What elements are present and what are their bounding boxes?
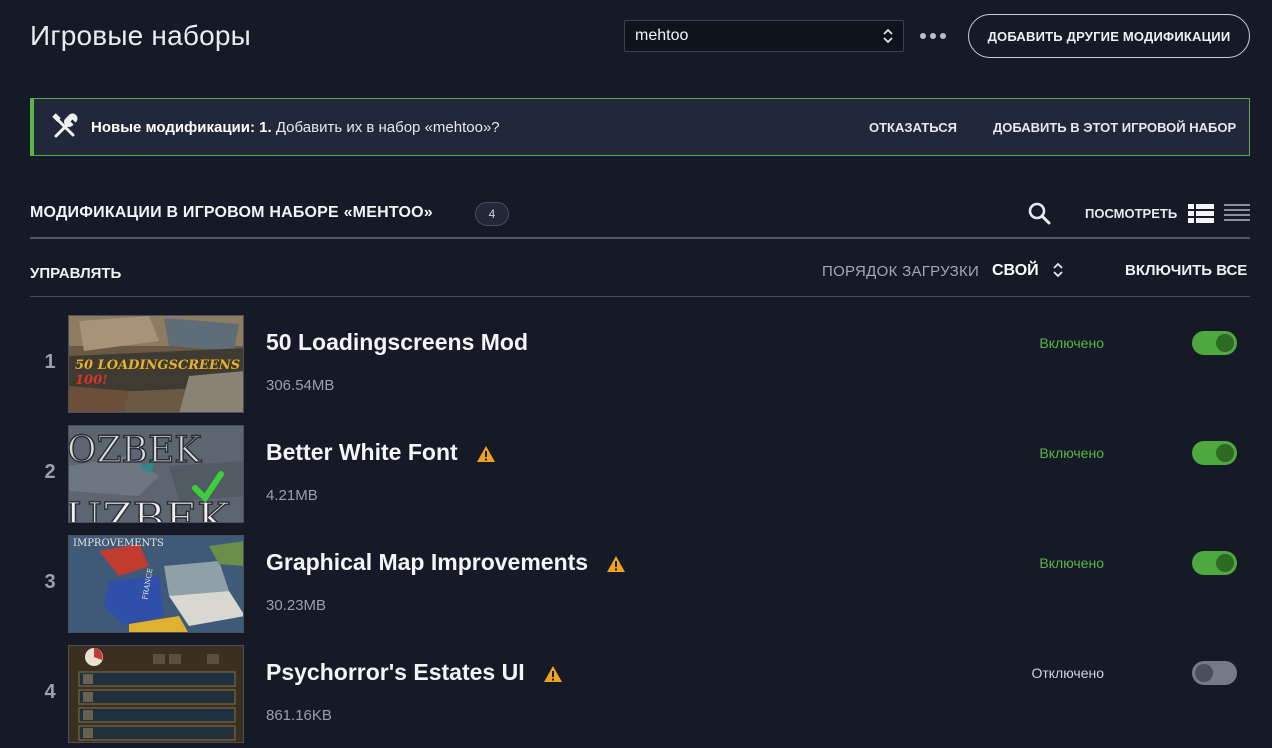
mod-thumbnail: IMPROVEMENTS FRANCE bbox=[68, 535, 244, 633]
decline-button[interactable]: ОТКАЗАТЬСЯ bbox=[869, 120, 957, 135]
sort-arrows-icon bbox=[883, 28, 893, 44]
thumb-text: IMPROVEMENTS bbox=[73, 538, 164, 549]
mod-row[interactable]: 2 OZBEK UZBEK Better White Font 4.21MB В… bbox=[30, 425, 1250, 525]
toggle-knob bbox=[1195, 664, 1213, 682]
mod-state-label: Отключено bbox=[1031, 665, 1104, 681]
mod-enable-toggle[interactable] bbox=[1192, 331, 1237, 355]
mod-index: 1 bbox=[44, 351, 56, 373]
mod-enable-toggle[interactable] bbox=[1192, 441, 1237, 465]
manage-button[interactable]: УПРАВЛЯТЬ bbox=[30, 265, 121, 282]
mod-name-text: 50 Loadingscreens Mod bbox=[266, 329, 529, 355]
mod-name: 50 Loadingscreens Mod bbox=[266, 329, 528, 356]
mod-state-label: Включено bbox=[1039, 555, 1104, 571]
page-title: Игровые наборы bbox=[30, 20, 251, 51]
more-dot-icon bbox=[930, 33, 936, 39]
mod-row[interactable]: 4 Psychorror's Estates UI 861.16KB Отклю… bbox=[30, 645, 1250, 745]
mod-name: Graphical Map Improvements bbox=[266, 549, 626, 576]
mod-state-label: Включено bbox=[1039, 445, 1104, 461]
mod-size: 306.54MB bbox=[266, 377, 335, 394]
enable-all-button[interactable]: ВКЛЮЧИТЬ ВСЕ bbox=[1125, 262, 1247, 279]
mod-row[interactable]: 1 50 LOADINGSCREENS 100! 50 Loadingscree… bbox=[30, 315, 1250, 415]
mod-thumbnail: OZBEK UZBEK bbox=[68, 425, 244, 523]
list-divider bbox=[30, 296, 1250, 297]
thumb-text: 100! bbox=[75, 373, 108, 388]
warning-icon[interactable] bbox=[543, 663, 563, 683]
playset-select-value: mehtoo bbox=[635, 27, 689, 44]
banner-message-bold: Новые модификации: 1. bbox=[91, 118, 272, 136]
mod-state-label: Включено bbox=[1039, 335, 1104, 351]
more-dot-icon bbox=[920, 33, 926, 39]
toggle-knob bbox=[1216, 444, 1234, 462]
add-more-mods-button[interactable]: ДОБАВИТЬ ДРУГИЕ МОДИФИКАЦИИ bbox=[968, 14, 1250, 58]
mod-name-text: Psychorror's Estates UI bbox=[266, 659, 525, 685]
mod-index: 4 bbox=[44, 681, 56, 703]
mod-size: 4.21MB bbox=[266, 487, 318, 504]
load-order-value[interactable]: СВОЙ bbox=[992, 262, 1039, 280]
banner-message-text: Добавить их в набор «mehtoo»? bbox=[271, 118, 500, 136]
more-dot-icon bbox=[940, 33, 946, 39]
mod-size: 861.16KB bbox=[266, 707, 332, 724]
warning-icon[interactable] bbox=[606, 553, 626, 573]
load-order-label: ПОРЯДОК ЗАГРУЗКИ bbox=[822, 263, 980, 280]
thumb-text: OZBEK bbox=[69, 430, 202, 471]
detailed-view-icon[interactable] bbox=[1188, 203, 1214, 223]
mod-index: 2 bbox=[44, 461, 56, 483]
mod-name: Psychorror's Estates UI bbox=[266, 659, 563, 686]
mod-row[interactable]: 3 IMPROVEMENTS FRANCE Graphical Map Impr… bbox=[30, 535, 1250, 635]
warning-icon[interactable] bbox=[476, 443, 496, 463]
search-icon[interactable] bbox=[1027, 201, 1051, 225]
mod-name: Better White Font bbox=[266, 439, 496, 466]
mod-index: 3 bbox=[44, 571, 56, 593]
thumb-text: 50 LOADINGSCREENS bbox=[75, 358, 240, 373]
mod-thumbnail: 50 LOADINGSCREENS 100! bbox=[68, 315, 244, 413]
mod-enable-toggle[interactable] bbox=[1192, 551, 1237, 575]
mod-name-text: Better White Font bbox=[266, 439, 458, 465]
more-options-button[interactable] bbox=[918, 26, 948, 46]
playset-select[interactable]: mehtoo bbox=[624, 20, 904, 52]
mod-size: 30.23MB bbox=[266, 597, 327, 614]
mod-thumbnail bbox=[68, 645, 244, 743]
banner-message: Новые модификации: 1. Добавить их в набо… bbox=[91, 119, 500, 136]
view-label: ПОСМОТРЕТЬ bbox=[1085, 206, 1178, 221]
toggle-knob bbox=[1216, 554, 1234, 572]
section-title: МОДИФИКАЦИИ В ИГРОВОМ НАБОРЕ «MEHTOO» bbox=[30, 204, 433, 221]
section-divider bbox=[30, 237, 1250, 239]
add-to-playset-button[interactable]: ДОБАВИТЬ В ЭТОТ ИГРОВОЙ НАБОР bbox=[993, 120, 1236, 135]
toggle-knob bbox=[1216, 334, 1234, 352]
mod-name-text: Graphical Map Improvements bbox=[266, 549, 589, 575]
sort-arrows-icon[interactable] bbox=[1052, 261, 1064, 279]
tools-icon bbox=[51, 113, 79, 141]
mod-enable-toggle[interactable] bbox=[1192, 661, 1237, 685]
new-mods-banner: Новые модификации: 1. Добавить их в набо… bbox=[30, 98, 1250, 156]
compact-view-icon[interactable] bbox=[1224, 203, 1250, 223]
mod-count-badge: 4 bbox=[475, 202, 509, 226]
